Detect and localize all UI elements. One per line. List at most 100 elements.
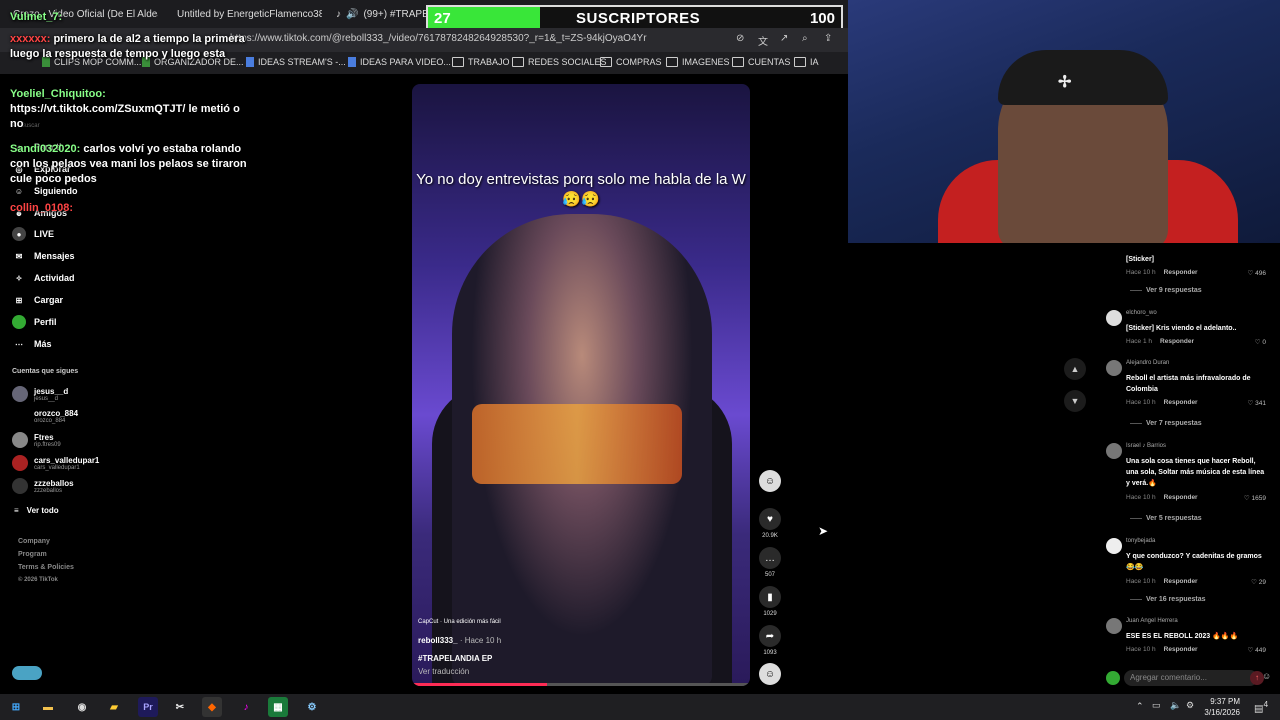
- avatar: [12, 432, 28, 448]
- brave-browser-icon[interactable]: ◆: [202, 697, 222, 717]
- view-replies-button[interactable]: Ver 16 respuestas: [1130, 596, 1206, 603]
- volume-icon[interactable]: 🔈: [1170, 700, 1181, 711]
- reply-button[interactable]: Responder: [1164, 646, 1198, 653]
- capcut-icon[interactable]: ✂: [170, 697, 190, 717]
- comment-item: Alejandro Duran Reboll el artista más in…: [1106, 360, 1266, 414]
- comment-like[interactable]: ♡ 1659: [1244, 494, 1266, 502]
- no-tracking-icon[interactable]: ⊘: [736, 33, 744, 44]
- bookmark-folder[interactable]: IA: [794, 57, 819, 67]
- save-button[interactable]: ▮ 1029: [758, 586, 782, 617]
- comment-user[interactable]: elchoro_wo: [1126, 310, 1157, 316]
- share-button[interactable]: ➦ 1093: [758, 625, 782, 656]
- clock-date: 3/16/2026: [1204, 708, 1240, 717]
- comment-user[interactable]: Israel ♪ Barrios: [1126, 443, 1166, 449]
- view-replies-button[interactable]: Ver 9 respuestas: [1130, 287, 1202, 294]
- windows-start-icon[interactable]: ⊞: [6, 697, 26, 717]
- reply-button[interactable]: Responder: [1164, 494, 1198, 501]
- followed-account[interactable]: cars_valledupar1 cars_valledupar1: [12, 455, 99, 471]
- steam-icon[interactable]: ⚙: [302, 697, 322, 717]
- video-progress-bar[interactable]: [412, 683, 750, 686]
- nav-item-live[interactable]: ● LIVE: [12, 227, 54, 241]
- bookmark[interactable]: IDEAS PARA VIDEO...: [348, 57, 451, 67]
- view-replies-button[interactable]: Ver 7 respuestas: [1130, 420, 1202, 427]
- translate-link[interactable]: Ver traducción: [418, 667, 469, 676]
- tray-chevron-icon[interactable]: ⌃: [1136, 701, 1144, 712]
- comment-user[interactable]: Juan Angel Herrera: [1126, 618, 1178, 624]
- activity-icon: ✧: [15, 273, 23, 283]
- author-avatar-button[interactable]: ☺: [758, 470, 782, 495]
- comment-like[interactable]: ♡ 496: [1248, 269, 1267, 277]
- video-player[interactable]: Yo no doy entrevistas porq solo me habla…: [412, 84, 750, 686]
- comment-like[interactable]: ♡ 29: [1251, 578, 1266, 586]
- capcut-label[interactable]: CapCut · Una edición más fácil: [418, 619, 501, 625]
- sheets-app-icon[interactable]: ▦: [268, 697, 288, 717]
- reply-button[interactable]: Responder: [1160, 338, 1194, 345]
- music-disc-button[interactable]: ☺: [758, 663, 782, 688]
- reply-button[interactable]: Responder: [1164, 399, 1198, 406]
- bookmark-label: IDEAS PARA VIDEO...: [360, 57, 451, 67]
- open-external-icon[interactable]: ↗: [780, 33, 788, 44]
- comment-text: ESE ES EL REBOLL 2023 🔥🔥🔥: [1126, 633, 1239, 640]
- comment-meta: Hace 10 h Responder: [1126, 494, 1198, 501]
- send-comment-button[interactable]: ↑: [1250, 671, 1264, 685]
- video-author[interactable]: reboll333_: [418, 636, 458, 645]
- obs-icon[interactable]: ◉: [72, 697, 92, 717]
- nav-item-activity[interactable]: ✧ Actividad: [12, 271, 75, 285]
- share-icon[interactable]: ⇪: [824, 33, 832, 44]
- see-all-link[interactable]: ≡ Ver todo: [14, 506, 59, 515]
- reply-button[interactable]: Responder: [1164, 578, 1198, 585]
- avatar: [12, 455, 28, 471]
- followed-account[interactable]: jesus__d jesus__d: [12, 386, 68, 402]
- bookmark-folder[interactable]: COMPRAS: [600, 57, 662, 67]
- share-arrow-icon: ➦: [759, 625, 781, 647]
- like-button[interactable]: ♥ 20.9K: [758, 508, 782, 539]
- tiktok-app-icon[interactable]: ♪: [236, 697, 256, 717]
- followed-account[interactable]: orozco_884 orozco_884: [12, 408, 78, 424]
- premiere-icon[interactable]: Pr: [138, 697, 158, 717]
- translate-icon[interactable]: 文: [758, 33, 768, 48]
- nav-item-profile[interactable]: Perfil: [12, 315, 57, 329]
- footer-link[interactable]: Program: [18, 551, 47, 558]
- notes-icon[interactable]: ▰: [104, 697, 124, 717]
- bookmark[interactable]: IDEAS STREAM'S -...: [246, 57, 346, 67]
- next-video-button[interactable]: ▼: [1064, 390, 1086, 412]
- notification-icon[interactable]: ▤4: [1254, 699, 1268, 714]
- bookmark-folder[interactable]: CUENTAS: [732, 57, 790, 67]
- zoom-icon[interactable]: ⌕: [802, 33, 808, 44]
- previous-video-button[interactable]: ▲: [1064, 358, 1086, 380]
- like-count: 20.9K: [762, 533, 778, 539]
- comment-like[interactable]: ♡ 0: [1255, 338, 1266, 346]
- url-text[interactable]: https://www.tiktok.com/@reboll333_/video…: [230, 33, 647, 44]
- bookmark-folder[interactable]: IMAGENES: [666, 57, 730, 67]
- comment-button[interactable]: … 507: [758, 547, 782, 578]
- bookmark-folder[interactable]: TRABAJO: [452, 57, 510, 67]
- comment-user[interactable]: Alejandro Duran: [1126, 360, 1169, 366]
- footer-link[interactable]: Terms & Policies: [18, 564, 74, 571]
- followed-account[interactable]: Ftres rip.ftres09: [12, 432, 61, 448]
- network-icon[interactable]: ▭: [1152, 700, 1161, 711]
- nav-item-more[interactable]: ⋯ Más: [12, 337, 52, 351]
- comment-user[interactable]: tonybejada: [1126, 538, 1155, 544]
- docs-icon: [348, 57, 356, 67]
- nav-label: Siguiendo: [34, 186, 78, 196]
- share-count: 1093: [763, 650, 777, 656]
- settings-icon[interactable]: ⚙: [1186, 700, 1194, 711]
- reply-button[interactable]: Responder: [1164, 269, 1198, 276]
- comment-meta: Hace 10 h Responder: [1126, 399, 1198, 406]
- system-clock[interactable]: 9:37 PM 3/16/2026: [1204, 696, 1240, 718]
- view-replies-button[interactable]: Ver 5 respuestas: [1130, 515, 1202, 522]
- account-name: jesus__d: [34, 386, 69, 396]
- comment-input[interactable]: Agregar comentario...: [1124, 670, 1258, 686]
- get-app-button[interactable]: [12, 666, 42, 680]
- nav-item-upload[interactable]: ⊞ Cargar: [12, 293, 63, 307]
- bookmark-folder[interactable]: REDES SOCIALES: [512, 57, 607, 67]
- followed-account[interactable]: zzzeballos zzzeballos: [12, 478, 74, 494]
- browser-tab-active[interactable]: ♪ 🔊 (99+) #TRAPELAN...: [336, 4, 426, 24]
- comment-like[interactable]: ♡ 449: [1248, 646, 1267, 654]
- nav-item-messages[interactable]: ✉ Mensajes: [12, 249, 75, 263]
- video-progress-fill: [412, 683, 548, 686]
- file-explorer-icon[interactable]: ▬: [38, 697, 58, 717]
- footer-link[interactable]: Company: [18, 538, 50, 545]
- video-hashtag[interactable]: #TRAPELANDIA EP: [418, 654, 492, 663]
- comment-like[interactable]: ♡ 341: [1248, 399, 1267, 407]
